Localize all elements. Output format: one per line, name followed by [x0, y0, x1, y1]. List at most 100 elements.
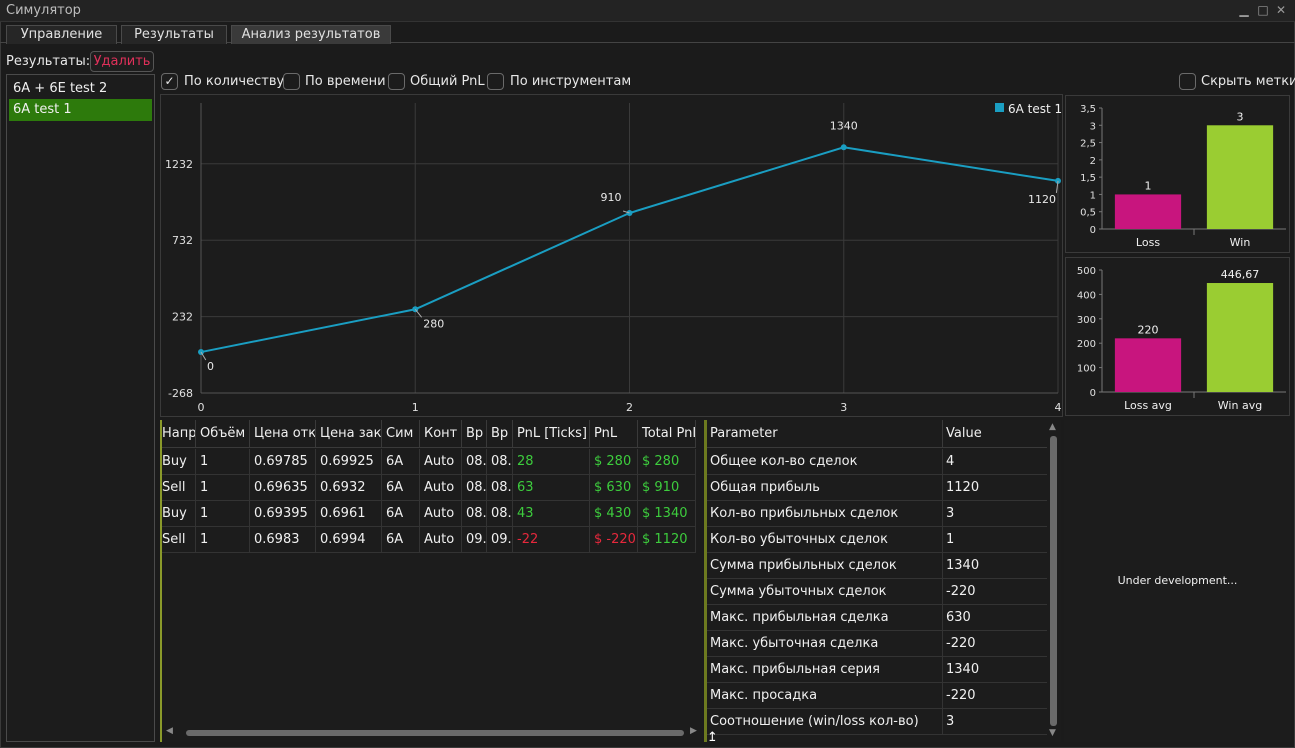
column-header[interactable]: Parameter: [707, 420, 943, 448]
table-cell[interactable]: Sell: [162, 527, 196, 553]
scroll-left-icon[interactable]: ◀: [166, 726, 173, 736]
table-cell[interactable]: 6A: [382, 501, 420, 527]
column-header[interactable]: Объём: [196, 420, 250, 448]
table-cell[interactable]: -22: [513, 527, 590, 553]
table-cell[interactable]: 1: [196, 501, 250, 527]
table-cell[interactable]: 0.6983: [250, 527, 316, 553]
checkbox-total-pnl[interactable]: [388, 73, 405, 90]
table-cell[interactable]: 09.: [487, 527, 513, 553]
scroll-thumb[interactable]: [1050, 436, 1057, 726]
list-item[interactable]: 6A + 6E test 2: [9, 78, 152, 100]
checkbox-by-count[interactable]: ✓: [161, 73, 178, 90]
delete-button[interactable]: Удалить: [90, 51, 154, 72]
table-cell[interactable]: -220: [943, 631, 1049, 657]
table-cell[interactable]: Auto: [420, 527, 462, 553]
table-cell[interactable]: Общая прибыль: [707, 475, 943, 501]
table-cell[interactable]: $ 280: [638, 449, 696, 475]
table-cell[interactable]: Buy: [162, 449, 196, 475]
scroll-right-icon[interactable]: ▶: [690, 726, 697, 736]
table-cell[interactable]: 08.: [462, 449, 487, 475]
maximize-icon[interactable]: □: [1256, 3, 1270, 17]
scroll-down-icon[interactable]: ▼: [1049, 728, 1056, 738]
table-cell[interactable]: Sell: [162, 475, 196, 501]
tab-results-analysis[interactable]: Анализ результатов: [231, 25, 391, 44]
table-cell[interactable]: 0.6961: [316, 501, 382, 527]
table-cell[interactable]: Кол-во прибыльных сделок: [707, 501, 943, 527]
table-cell[interactable]: -220: [943, 683, 1049, 709]
table-cell[interactable]: Сумма убыточных сделок: [707, 579, 943, 605]
table-cell[interactable]: 43: [513, 501, 590, 527]
column-header[interactable]: PnL [Ticks]: [513, 420, 590, 448]
table-cell[interactable]: Auto: [420, 449, 462, 475]
table-cell[interactable]: 28: [513, 449, 590, 475]
table-cell[interactable]: 0.69395: [250, 501, 316, 527]
table-cell[interactable]: 63: [513, 475, 590, 501]
table-cell[interactable]: 0.6932: [316, 475, 382, 501]
column-header[interactable]: Сим: [382, 420, 420, 448]
table-cell[interactable]: 08.: [487, 501, 513, 527]
table-cell[interactable]: 1340: [943, 553, 1049, 579]
table-cell[interactable]: 1: [196, 449, 250, 475]
table-cell[interactable]: 4: [943, 449, 1049, 475]
table-cell[interactable]: $ 1340: [638, 501, 696, 527]
results-list[interactable]: 6A + 6E test 2 6A test 1: [6, 74, 155, 742]
table-cell[interactable]: $ 280: [590, 449, 638, 475]
table-cell[interactable]: 08.: [487, 449, 513, 475]
column-header[interactable]: Total PnL: [638, 420, 696, 448]
table-cell[interactable]: $ -220: [590, 527, 638, 553]
checkbox-by-time[interactable]: [283, 73, 300, 90]
table-cell[interactable]: $ 1120: [638, 527, 696, 553]
table-cell[interactable]: $ 430: [590, 501, 638, 527]
column-header[interactable]: Конт: [420, 420, 462, 448]
table-cell[interactable]: 0.69635: [250, 475, 316, 501]
close-icon[interactable]: ✕: [1274, 3, 1288, 17]
table-cell[interactable]: 1: [196, 527, 250, 553]
table-cell[interactable]: Auto: [420, 501, 462, 527]
table-cell[interactable]: 1340: [943, 657, 1049, 683]
table-cell[interactable]: -220: [943, 579, 1049, 605]
checkbox-hide-labels[interactable]: [1179, 73, 1196, 90]
table-cell[interactable]: Общее кол-во сделок: [707, 449, 943, 475]
table-cell[interactable]: 3: [943, 709, 1049, 735]
table-cell[interactable]: Auto: [420, 475, 462, 501]
parameters-table[interactable]: Parameter Value Общее кол-во сделок 4 Общая …: [704, 420, 1061, 742]
table-cell[interactable]: 09.: [462, 527, 487, 553]
table-cell[interactable]: Макс. просадка: [707, 683, 943, 709]
column-header[interactable]: PnL: [590, 420, 638, 448]
table-cell[interactable]: 0.69785: [250, 449, 316, 475]
table-cell[interactable]: Макс. убыточная сделка: [707, 631, 943, 657]
table-cell[interactable]: 6A: [382, 475, 420, 501]
table-cell[interactable]: 6A: [382, 527, 420, 553]
table-cell[interactable]: $ 910: [638, 475, 696, 501]
table-cell[interactable]: $ 630: [590, 475, 638, 501]
trades-table[interactable]: Напр Объём Цена отк Цена зак Сим Конт Вр Вр PnL …: [160, 420, 703, 742]
table-cell[interactable]: Макс. прибыльная сделка: [707, 605, 943, 631]
scroll-up-icon[interactable]: ▲: [1049, 422, 1056, 432]
table-cell[interactable]: 0.69925: [316, 449, 382, 475]
column-header[interactable]: Напр: [162, 420, 196, 448]
table-cell[interactable]: 1: [196, 475, 250, 501]
horizontal-scrollbar[interactable]: ◀ ▶: [162, 726, 702, 740]
list-item-selected[interactable]: 6A test 1: [9, 99, 152, 121]
column-header[interactable]: Цена отк: [250, 420, 316, 448]
table-cell[interactable]: 08.: [462, 501, 487, 527]
table-cell[interactable]: 0.6994: [316, 527, 382, 553]
table-cell[interactable]: 08.: [462, 475, 487, 501]
title-bar[interactable]: Симулятор ▁ □ ✕: [0, 0, 1295, 22]
vertical-scrollbar[interactable]: ▲ ▼: [1047, 420, 1061, 742]
table-cell[interactable]: 6A: [382, 449, 420, 475]
table-cell[interactable]: Сумма прибыльных сделок: [707, 553, 943, 579]
tab-results[interactable]: Результаты: [121, 25, 227, 44]
table-cell[interactable]: 08.: [487, 475, 513, 501]
scroll-thumb[interactable]: [186, 730, 684, 736]
column-header[interactable]: Value: [943, 420, 1049, 448]
table-cell[interactable]: Макс. прибыльная серия: [707, 657, 943, 683]
column-header[interactable]: Цена зак: [316, 420, 382, 448]
checkbox-by-instruments[interactable]: [487, 73, 504, 90]
table-cell[interactable]: Соотношение (win/loss кол-во): [707, 709, 943, 735]
minimize-icon[interactable]: ▁: [1237, 3, 1251, 17]
tab-control[interactable]: Управление: [6, 25, 117, 44]
table-cell[interactable]: Buy: [162, 501, 196, 527]
table-cell[interactable]: 630: [943, 605, 1049, 631]
table-cell[interactable]: 3: [943, 501, 1049, 527]
